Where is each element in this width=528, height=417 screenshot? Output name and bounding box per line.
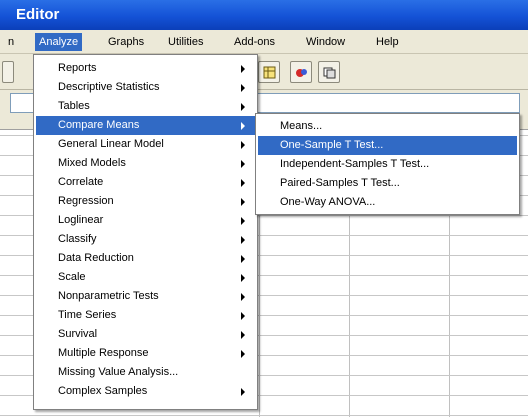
submenu-item-means[interactable]: Means... <box>258 117 517 136</box>
submenu-arrow-icon <box>241 65 245 73</box>
menu-item-reports[interactable]: Reports <box>36 59 255 78</box>
submenu-arrow-icon <box>241 350 245 358</box>
menu-add-ons[interactable]: Add-ons <box>230 33 279 51</box>
submenu-arrow-icon <box>241 160 245 168</box>
submenu-arrow-icon <box>241 179 245 187</box>
submenu-arrow-icon <box>241 84 245 92</box>
menu-item-data-reduction[interactable]: Data Reduction <box>36 249 255 268</box>
submenu-arrow-icon <box>241 198 245 206</box>
menu-item-correlate[interactable]: Correlate <box>36 173 255 192</box>
menu-item-loglinear[interactable]: Loglinear <box>36 211 255 230</box>
menu-transform-partial[interactable]: n <box>4 33 18 51</box>
menu-item-tables[interactable]: Tables <box>36 97 255 116</box>
submenu-arrow-icon <box>241 331 245 339</box>
menu-item-multiple-response[interactable]: Multiple Response <box>36 344 255 363</box>
menu-item-mixed-models[interactable]: Mixed Models <box>36 154 255 173</box>
menu-item-complex-samples[interactable]: Complex Samples <box>36 382 255 401</box>
menu-item-survival[interactable]: Survival <box>36 325 255 344</box>
weight-cases-button[interactable] <box>290 61 312 83</box>
menu-item-descriptive-statistics[interactable]: Descriptive Statistics <box>36 78 255 97</box>
submenu-arrow-icon <box>241 312 245 320</box>
submenu-arrow-icon <box>241 274 245 282</box>
window-title-bar: Editor <box>0 0 528 30</box>
menu-item-general-linear-model[interactable]: General Linear Model <box>36 135 255 154</box>
submenu-arrow-icon <box>241 122 245 130</box>
value-labels-button[interactable] <box>318 61 340 83</box>
submenu-arrow-icon <box>241 217 245 225</box>
submenu-item-paired-samples-t-test[interactable]: Paired-Samples T Test... <box>258 174 517 193</box>
compare-means-submenu: Means... One-Sample T Test... Independen… <box>255 113 520 215</box>
submenu-item-independent-samples-t-test[interactable]: Independent-Samples T Test... <box>258 155 517 174</box>
menu-window[interactable]: Window <box>302 33 349 51</box>
grid-insert-icon <box>263 66 276 79</box>
menu-item-missing-value-analysis[interactable]: Missing Value Analysis... <box>36 363 255 382</box>
submenu-arrow-icon <box>241 236 245 244</box>
submenu-arrow-icon <box>241 103 245 111</box>
analyze-menu: Reports Descriptive Statistics Tables Co… <box>33 54 258 410</box>
menu-utilities[interactable]: Utilities <box>164 33 207 51</box>
menu-item-time-series[interactable]: Time Series <box>36 306 255 325</box>
menu-help[interactable]: Help <box>372 33 403 51</box>
submenu-item-one-sample-t-test[interactable]: One-Sample T Test... <box>258 136 517 155</box>
menu-graphs[interactable]: Graphs <box>104 33 148 51</box>
insert-cases-button[interactable] <box>258 61 280 83</box>
menu-item-nonparametric-tests[interactable]: Nonparametric Tests <box>36 287 255 306</box>
submenu-arrow-icon <box>241 255 245 263</box>
submenu-arrow-icon <box>241 141 245 149</box>
weight-scale-icon <box>296 69 307 77</box>
menu-item-regression[interactable]: Regression <box>36 192 255 211</box>
submenu-arrow-icon <box>241 388 245 396</box>
submenu-item-one-way-anova[interactable]: One-Way ANOVA... <box>258 193 517 212</box>
menu-bar: n Analyze Graphs Utilities Add-ons Windo… <box>0 30 528 54</box>
menu-analyze[interactable]: Analyze <box>35 33 83 51</box>
menu-item-scale[interactable]: Scale <box>36 268 255 287</box>
value-labels-icon <box>323 67 336 79</box>
menu-item-classify[interactable]: Classify <box>36 230 255 249</box>
submenu-arrow-icon <box>241 293 245 301</box>
menu-item-compare-means[interactable]: Compare Means <box>36 116 255 135</box>
window-title: Editor <box>16 6 60 23</box>
toolbar-button-partial[interactable] <box>2 61 14 83</box>
